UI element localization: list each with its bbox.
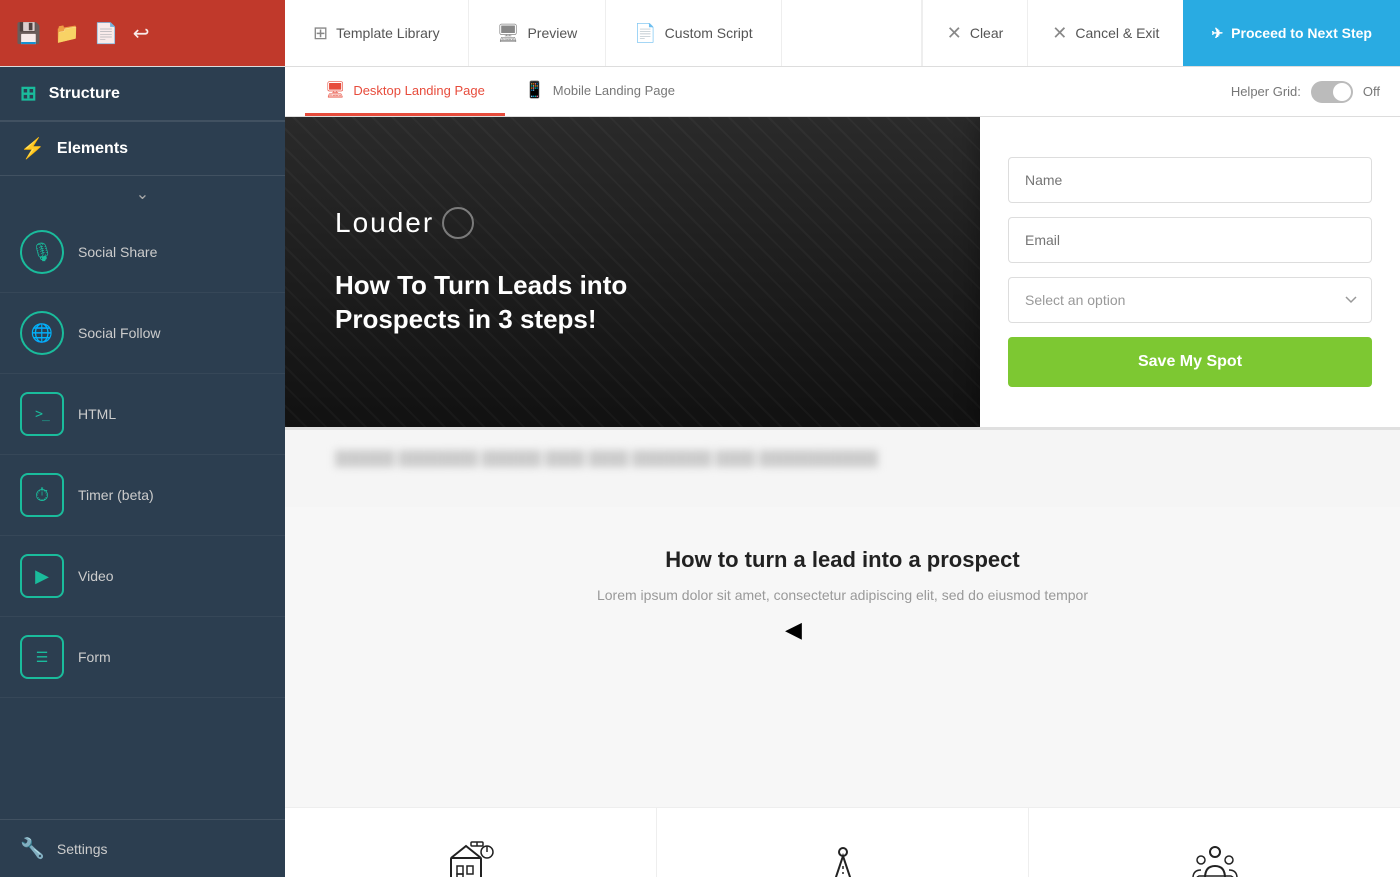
sidebar-item-html[interactable]: >_ HTML xyxy=(0,374,285,455)
view-tabs: 🖥 Desktop Landing Page 📱 Mobile Landing … xyxy=(305,67,695,116)
sidebar-structure-section[interactable]: ⊞ Structure xyxy=(0,67,285,121)
mobile-tab[interactable]: 📱 Mobile Landing Page xyxy=(505,67,695,116)
sidebar-settings-item[interactable]: 🔧 Settings xyxy=(0,819,285,877)
features-row: Build Anticipation Actionab xyxy=(285,807,1400,877)
feature-build-anticipation: Build Anticipation xyxy=(285,808,657,877)
clear-button[interactable]: ✕ Clear xyxy=(922,0,1028,66)
social-share-label: Social Share xyxy=(78,244,157,260)
desktop-icon: 🖥 xyxy=(325,80,345,100)
social-follow-label: Social Follow xyxy=(78,325,160,341)
clear-icon: ✕ xyxy=(947,23,962,44)
preview-label: Preview xyxy=(527,25,577,41)
script-icon: 📄 xyxy=(634,23,656,44)
timer-label: Timer (beta) xyxy=(78,487,154,503)
preview-button[interactable]: 🖥 Preview xyxy=(469,0,607,66)
elements-icon: ⚡ xyxy=(20,136,45,161)
html-icon: >_ xyxy=(20,392,64,436)
timer-icon: ⏱ xyxy=(20,473,64,517)
custom-script-label: Custom Script xyxy=(665,25,753,41)
clear-label: Clear xyxy=(970,25,1003,41)
sidebar-items-list: 🎙 Social Share 🌐 Social Follow >_ HTML ⏱… xyxy=(0,212,285,819)
html-label: HTML xyxy=(78,406,116,422)
content-subtext: Lorem ipsum dolor sit amet, consectetur … xyxy=(335,587,1350,603)
proceed-button[interactable]: ✈ Proceed to Next Step xyxy=(1183,0,1400,66)
feature-sales-teams: Sales teams xyxy=(1029,808,1400,877)
desktop-tab[interactable]: 🖥 Desktop Landing Page xyxy=(305,67,505,116)
helper-grid-state: Off xyxy=(1363,84,1380,99)
sidebar-item-timer[interactable]: ⏱ Timer (beta) xyxy=(0,455,285,536)
form-icon: ☰ xyxy=(20,635,64,679)
preview-icon: 🖥 xyxy=(497,23,520,44)
proceed-icon: ✈ xyxy=(1211,25,1223,42)
save-my-spot-button[interactable]: Save My Spot xyxy=(1008,337,1372,387)
content-headline: How to turn a lead into a prospect xyxy=(335,547,1350,573)
actionable-takeaways-icon xyxy=(815,838,871,877)
custom-script-button[interactable]: 📄 Custom Script xyxy=(606,0,781,66)
structure-icon: ⊞ xyxy=(20,81,37,106)
sub-toolbar: 🖥 Desktop Landing Page 📱 Mobile Landing … xyxy=(285,67,1400,117)
undo-icon[interactable]: ↩ xyxy=(133,21,150,46)
save-file-icon[interactable]: 📁 xyxy=(55,21,80,46)
open-icon[interactable]: 📄 xyxy=(94,21,119,46)
toolbar-center-panel: ⊞ Template Library 🖥 Preview 📄 Custom Sc… xyxy=(285,0,922,66)
elements-label: Elements xyxy=(57,140,128,158)
sidebar: ⊞ Structure ⚡ Elements ⌄ 🎙 Social Share … xyxy=(0,67,285,877)
toolbar-left-panel: 💾 📁 📄 ↩ xyxy=(0,0,285,66)
build-anticipation-icon xyxy=(443,838,499,877)
name-input[interactable] xyxy=(1008,157,1372,203)
structure-label: Structure xyxy=(49,85,120,103)
sidebar-item-social-share[interactable]: 🎙 Social Share xyxy=(0,212,285,293)
hero-form-panel: Select an option Save My Spot xyxy=(980,117,1400,427)
canvas-content: Louder How To Turn Leads into Prospects … xyxy=(285,117,1400,877)
helper-grid-toggle[interactable] xyxy=(1311,81,1353,103)
sidebar-elements-section[interactable]: ⚡ Elements xyxy=(0,121,285,176)
landing-page-preview: Louder How To Turn Leads into Prospects … xyxy=(285,117,1400,877)
chevron-down-icon: ⌄ xyxy=(136,184,149,204)
social-share-icon: 🎙 xyxy=(20,230,64,274)
save-icon[interactable]: 💾 xyxy=(16,21,41,46)
hero-left-panel: Louder How To Turn Leads into Prospects … xyxy=(285,167,980,377)
proceed-label: Proceed to Next Step xyxy=(1231,25,1372,41)
cancel-exit-button[interactable]: ✕ Cancel & Exit xyxy=(1027,0,1183,66)
cancel-exit-label: Cancel & Exit xyxy=(1075,25,1159,41)
option-select[interactable]: Select an option xyxy=(1008,277,1372,323)
mobile-tab-label: Mobile Landing Page xyxy=(553,83,675,98)
sidebar-item-video[interactable]: ▶ Video xyxy=(0,536,285,617)
helper-grid-control: Helper Grid: Off xyxy=(1231,81,1380,103)
content-section: How to turn a lead into a prospect Lorem… xyxy=(285,507,1400,807)
video-icon: ▶ xyxy=(20,554,64,598)
main-area: ⊞ Structure ⚡ Elements ⌄ 🎙 Social Share … xyxy=(0,67,1400,877)
toolbar-right-panel: ✕ Clear ✕ Cancel & Exit ✈ Proceed to Nex… xyxy=(922,0,1400,66)
template-library-label: Template Library xyxy=(336,25,440,41)
email-input[interactable] xyxy=(1008,217,1372,263)
template-icon: ⊞ xyxy=(313,23,328,44)
blurred-content: ██████ ████████ ██████ ████ ████ ███████… xyxy=(285,430,1400,486)
feature-actionable-takeaways: Actionable Takeaways xyxy=(657,808,1029,877)
cancel-icon: ✕ xyxy=(1052,23,1067,44)
sidebar-item-form[interactable]: ☰ Form xyxy=(0,617,285,698)
hero-headline: How To Turn Leads into Prospects in 3 st… xyxy=(335,269,715,337)
template-library-button[interactable]: ⊞ Template Library xyxy=(285,0,469,66)
hero-section: Louder How To Turn Leads into Prospects … xyxy=(285,117,1400,427)
hero-logo: Louder xyxy=(335,207,474,239)
social-follow-icon: 🌐 xyxy=(20,311,64,355)
form-label: Form xyxy=(78,649,111,665)
settings-icon: 🔧 xyxy=(20,836,45,861)
sales-teams-icon xyxy=(1187,838,1243,877)
desktop-tab-label: Desktop Landing Page xyxy=(353,83,485,98)
sidebar-item-social-follow[interactable]: 🌐 Social Follow xyxy=(0,293,285,374)
settings-label: Settings xyxy=(57,841,108,857)
collapse-row[interactable]: ⌄ xyxy=(0,176,285,212)
video-label: Video xyxy=(78,568,114,584)
mobile-icon: 📱 xyxy=(525,80,545,100)
main-toolbar: 💾 📁 📄 ↩ ⊞ Template Library 🖥 Preview 📄 C… xyxy=(0,0,1400,67)
canvas-area: 🖥 Desktop Landing Page 📱 Mobile Landing … xyxy=(285,67,1400,877)
logo-text: Louder xyxy=(335,207,434,239)
logo-circle xyxy=(442,207,474,239)
blurred-section: ██████ ████████ ██████ ████ ████ ███████… xyxy=(285,427,1400,507)
helper-grid-label: Helper Grid: xyxy=(1231,84,1301,99)
